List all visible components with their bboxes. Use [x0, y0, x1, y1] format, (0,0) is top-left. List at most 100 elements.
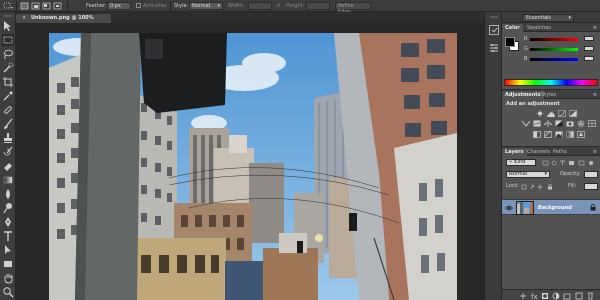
tab-channels[interactable]: Channels — [524, 148, 553, 156]
layers-footer-icons[interactable]: fx — [502, 290, 600, 300]
opacity-input[interactable] — [584, 171, 598, 178]
marquee-tool-icon[interactable] — [2, 34, 14, 46]
history-brush-tool-icon[interactable] — [2, 146, 14, 158]
blend-mode-value: Normal — [509, 171, 528, 177]
panel-dock-grip[interactable] — [488, 15, 500, 19]
selection-mode-buttons[interactable] — [20, 2, 64, 10]
width-input[interactable] — [248, 2, 272, 10]
tab-styles[interactable]: Styles — [538, 91, 559, 99]
crop-tool-icon[interactable] — [2, 76, 14, 88]
antialias-label: Anti-alias — [143, 3, 167, 9]
history-panel-icon[interactable] — [488, 24, 500, 36]
adjustments-panel: Adjustments Styles ≡ Add an adjustment — [502, 89, 600, 145]
quick-selection-tool-icon[interactable] — [2, 62, 14, 74]
threshold-icon[interactable] — [555, 131, 563, 138]
feather-label: Feather: — [86, 3, 107, 9]
eraser-tool-icon[interactable] — [2, 160, 14, 172]
document-tab-strip: × Unknown.png @ 100% (RGB/8) — [16, 12, 484, 30]
zoom-tool-icon[interactable] — [2, 286, 14, 298]
close-tab-icon[interactable]: × — [22, 14, 28, 23]
adjustments-heading: Add an adjustment — [506, 101, 560, 107]
eyedropper-tool-icon[interactable] — [2, 90, 14, 102]
move-tool-icon[interactable] — [2, 20, 14, 32]
blue-value-input[interactable] — [584, 56, 594, 61]
document-tab[interactable]: × Unknown.png @ 100% (RGB/8) — [16, 14, 112, 30]
brightness-icon[interactable] — [536, 110, 544, 117]
style-select[interactable]: Normal ▾ — [189, 2, 223, 10]
separator — [67, 1, 68, 11]
color-panel-tabs: Color Swatches ≡ — [502, 23, 600, 32]
selective-color-icon[interactable] — [577, 131, 585, 138]
photo-filter-icon[interactable] — [566, 120, 574, 127]
panel-dock: Essentials ▾ Color Swatches ≡ R G B Adjus… — [502, 12, 600, 300]
panel-menu-icon[interactable]: ≡ — [593, 91, 597, 99]
color-spectrum-ramp[interactable] — [504, 79, 598, 86]
workspace-switcher[interactable]: Essentials ▾ — [522, 14, 574, 22]
vibrance-icon[interactable] — [522, 120, 530, 127]
selection-mode-icons — [20, 2, 62, 10]
gradient-map-icon[interactable] — [566, 131, 574, 138]
city-street-photo — [49, 33, 457, 300]
svg-text:fx: fx — [531, 293, 538, 300]
gradient-tool-icon[interactable] — [2, 174, 14, 186]
height-input[interactable] — [306, 2, 330, 10]
curves-icon[interactable] — [558, 110, 566, 117]
refine-edge-button[interactable]: Refine Edge... — [335, 2, 371, 15]
green-slider[interactable] — [530, 48, 578, 51]
levels-icon[interactable] — [547, 110, 555, 117]
layer-row[interactable]: Background — [502, 199, 600, 215]
tab-paths[interactable]: Paths — [550, 148, 570, 156]
exposure-icon[interactable] — [569, 110, 577, 117]
chevron-down-icon: ▾ — [544, 171, 547, 177]
layer-filter-select[interactable]: ⚲ Kind — [506, 159, 536, 166]
tab-swatches[interactable]: Swatches — [524, 24, 554, 32]
layer-filter-buttons[interactable] — [542, 160, 594, 166]
layers-footer: fx — [502, 289, 600, 300]
tab-color[interactable]: Color — [502, 24, 523, 32]
toolbar-grip[interactable] — [2, 14, 14, 18]
document-workspace[interactable] — [16, 23, 484, 300]
dodge-tool-icon[interactable] — [2, 202, 14, 214]
image-canvas[interactable] — [49, 33, 457, 300]
tool-preset-picker[interactable] — [3, 2, 13, 10]
shape-tool-icon[interactable] — [2, 258, 14, 270]
red-channel-label: R — [524, 36, 528, 42]
foreground-color-swatch[interactable] — [505, 37, 515, 47]
type-tool-icon[interactable] — [2, 230, 14, 242]
layer-name: Background — [538, 205, 572, 211]
color-lookup-icon[interactable] — [588, 120, 596, 127]
feather-input[interactable]: 0 px — [107, 2, 131, 10]
healing-brush-tool-icon[interactable] — [2, 104, 14, 116]
panel-menu-icon[interactable]: ≡ — [593, 24, 597, 32]
lock-icons — [521, 184, 552, 190]
pen-tool-icon[interactable] — [2, 216, 14, 228]
antialias-checkbox-box[interactable] — [136, 3, 141, 8]
brush-tool-icon[interactable] — [2, 118, 14, 130]
posterize-icon[interactable] — [544, 131, 552, 138]
red-value-input[interactable] — [584, 36, 594, 41]
eye-icon[interactable] — [505, 204, 513, 212]
red-slider[interactable] — [530, 38, 578, 41]
hue-saturation-icon[interactable] — [533, 120, 541, 127]
fill-input[interactable] — [584, 183, 598, 190]
swap-dimensions-icon[interactable]: ⇄ — [276, 2, 282, 10]
blend-mode-select[interactable]: Normal ▾ — [506, 171, 550, 178]
color-panel: Color Swatches ≡ R G B — [502, 22, 600, 88]
black-white-icon[interactable] — [555, 120, 563, 127]
invert-icon[interactable] — [533, 131, 541, 138]
green-value-input[interactable] — [584, 46, 594, 51]
hand-tool-icon[interactable] — [2, 272, 14, 284]
fill-label: Fill: — [568, 183, 577, 189]
panel-menu-icon[interactable]: ≡ — [593, 148, 597, 156]
antialias-checkbox[interactable]: Anti-alias — [136, 2, 166, 10]
blue-slider[interactable] — [530, 58, 578, 61]
color-balance-icon[interactable] — [544, 120, 552, 127]
channel-mixer-icon[interactable] — [577, 120, 585, 127]
tab-layers[interactable]: Layers — [502, 148, 527, 156]
properties-panel-icon[interactable] — [488, 42, 500, 54]
lock-buttons[interactable] — [521, 184, 557, 190]
path-selection-tool-icon[interactable] — [2, 244, 14, 256]
lasso-tool-icon[interactable] — [2, 48, 14, 60]
blur-tool-icon[interactable] — [2, 188, 14, 200]
clone-stamp-tool-icon[interactable] — [2, 132, 14, 144]
